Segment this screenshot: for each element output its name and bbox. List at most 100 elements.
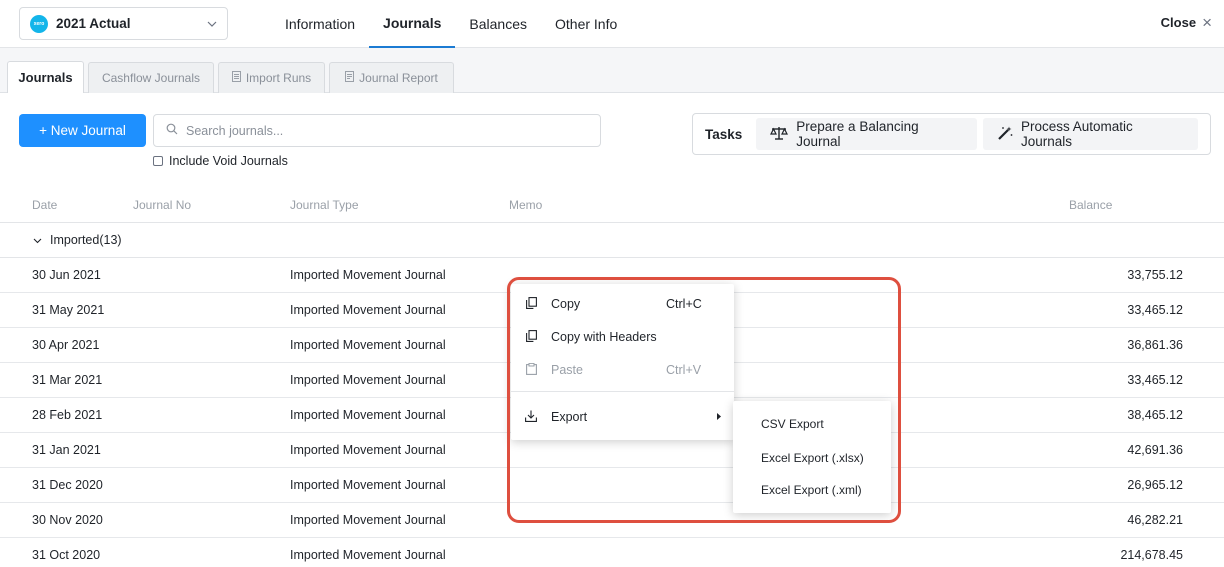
column-header-balance[interactable]: Balance (1069, 198, 1112, 212)
search-box (153, 114, 601, 147)
column-header-date[interactable]: Date (32, 198, 57, 212)
nav-journals[interactable]: Journals (369, 0, 456, 48)
cell-balance: 42,691.36 (1127, 443, 1183, 457)
close-icon: × (1202, 13, 1212, 32)
subtab-journal-report[interactable]: Journal Report (329, 62, 454, 93)
process-automatic-journals-button[interactable]: Process Automatic Journals (982, 118, 1198, 150)
entity-label: 2021 Actual (56, 16, 131, 31)
search-input[interactable] (186, 123, 566, 138)
context-menu-copy-with-headers[interactable]: Copy with Headers (511, 321, 734, 353)
menu-divider (511, 391, 734, 392)
csv-export-item[interactable]: CSV Export (733, 409, 891, 439)
excel-xlsx-export-item[interactable]: Excel Export (.xlsx) (733, 443, 891, 473)
table-row[interactable]: 31 Dec 2020 Imported Movement Journal 26… (0, 468, 1224, 503)
cell-balance: 36,861.36 (1127, 338, 1183, 352)
menu-item-label: Copy with Headers (551, 330, 657, 344)
include-void-checkbox[interactable] (153, 156, 163, 166)
context-menu: Copy Ctrl+C Copy with Headers Paste Ctrl… (511, 284, 734, 440)
menu-item-shortcut: Ctrl+V (666, 363, 702, 377)
cell-date: 28 Feb 2021 (32, 408, 103, 422)
export-submenu: CSV Export Excel Export (.xlsx) Excel Ex… (733, 401, 891, 513)
subtab-import-runs[interactable]: Import Runs (218, 62, 325, 93)
new-journal-button[interactable]: + New Journal (19, 114, 146, 147)
subtab-label: Journal Report (359, 71, 438, 85)
tasks-panel: Tasks Prepare a Balancing Journal Proces… (692, 113, 1211, 155)
subtab-label: Journals (18, 70, 73, 85)
search-icon (166, 123, 178, 138)
cell-journal-type: Imported Movement Journal (290, 443, 446, 457)
cell-date: 31 Jan 2021 (32, 443, 101, 457)
cell-balance: 33,755.12 (1127, 268, 1183, 282)
menu-item-label: Paste (551, 363, 583, 377)
paste-icon (523, 362, 539, 378)
download-icon (523, 410, 539, 425)
entity-selector[interactable]: xero 2021 Actual (19, 7, 228, 40)
chevron-right-icon (717, 412, 721, 422)
group-row-imported[interactable]: Imported(13) (0, 223, 1224, 258)
main-nav: Information Journals Balances Other Info (271, 0, 631, 48)
cell-journal-type: Imported Movement Journal (290, 478, 446, 492)
copy-icon (523, 329, 539, 345)
cell-journal-type: Imported Movement Journal (290, 268, 446, 282)
context-menu-export[interactable]: Export (511, 401, 734, 433)
cell-journal-type: Imported Movement Journal (290, 373, 446, 387)
chevron-down-icon (207, 18, 217, 30)
balance-scale-icon (770, 126, 789, 143)
subtab-label: Cashflow Journals (101, 71, 201, 85)
cell-journal-type: Imported Movement Journal (290, 408, 446, 422)
menu-item-shortcut: Ctrl+C (666, 297, 702, 311)
xero-logo-icon: xero (30, 14, 48, 33)
table-row[interactable]: 30 Nov 2020 Imported Movement Journal 46… (0, 503, 1224, 538)
menu-item-label: Export (551, 410, 588, 424)
cell-balance: 33,465.12 (1127, 373, 1183, 387)
nav-other-info[interactable]: Other Info (541, 0, 631, 48)
nav-information[interactable]: Information (271, 0, 369, 48)
journal-subtabs: Journals Cashflow Journals Import Runs J… (0, 48, 1224, 93)
column-header-journal-type[interactable]: Journal Type (290, 198, 359, 212)
task-label: Prepare a Balancing Journal (796, 119, 919, 149)
column-header-memo[interactable]: Memo (509, 198, 542, 212)
cell-date: 31 Mar 2021 (32, 373, 103, 387)
tasks-label: Tasks (705, 126, 743, 142)
cell-balance: 26,965.12 (1127, 478, 1183, 492)
journals-table-header: Date Journal No Journal Type Memo Balanc… (0, 187, 1224, 223)
group-label: Imported (50, 233, 100, 247)
cell-date: 31 May 2021 (32, 303, 105, 317)
document-icon (231, 71, 241, 85)
report-icon (345, 71, 355, 85)
table-row[interactable]: 31 Oct 2020 Imported Movement Journal 21… (0, 538, 1224, 567)
context-menu-paste: Paste Ctrl+V (511, 354, 734, 386)
subtab-journals[interactable]: Journals (7, 61, 84, 93)
include-void-label: Include Void Journals (169, 154, 288, 168)
cell-journal-type: Imported Movement Journal (290, 548, 446, 562)
cell-balance: 214,678.45 (1120, 548, 1183, 562)
top-bar: xero 2021 Actual Information Journals Ba… (0, 0, 1224, 48)
column-header-journal-no[interactable]: Journal No (133, 198, 191, 212)
cell-balance: 46,282.21 (1127, 513, 1183, 527)
copy-icon (523, 296, 539, 312)
cell-journal-type: Imported Movement Journal (290, 338, 446, 352)
subtab-label: Import Runs (245, 71, 312, 85)
prepare-balancing-journal-button[interactable]: Prepare a Balancing Journal (756, 118, 977, 150)
menu-item-label: Copy (551, 297, 581, 311)
magic-wand-icon (997, 126, 1013, 143)
cell-journal-type: Imported Movement Journal (290, 513, 446, 527)
include-void-journals[interactable]: Include Void Journals (153, 154, 288, 168)
task-label: Process Automatic Journals (1020, 119, 1133, 149)
context-menu-copy[interactable]: Copy Ctrl+C (511, 288, 734, 320)
cell-date: 31 Dec 2020 (32, 478, 103, 492)
close-button[interactable]: Close × (1161, 14, 1212, 31)
close-label: Close (1160, 15, 1197, 30)
cell-date: 30 Jun 2021 (32, 268, 101, 282)
cell-balance: 33,465.12 (1127, 303, 1183, 317)
cell-date: 30 Apr 2021 (32, 338, 100, 352)
group-count: (13) (99, 233, 122, 247)
subtab-cashflow-journals[interactable]: Cashflow Journals (88, 62, 214, 93)
chevron-down-icon[interactable] (33, 233, 42, 247)
cell-date: 31 Oct 2020 (32, 548, 101, 562)
cell-balance: 38,465.12 (1127, 408, 1183, 422)
excel-xml-export-item[interactable]: Excel Export (.xml) (733, 475, 891, 505)
nav-balances[interactable]: Balances (455, 0, 541, 48)
cell-date: 30 Nov 2020 (32, 513, 103, 527)
cell-journal-type: Imported Movement Journal (290, 303, 446, 317)
